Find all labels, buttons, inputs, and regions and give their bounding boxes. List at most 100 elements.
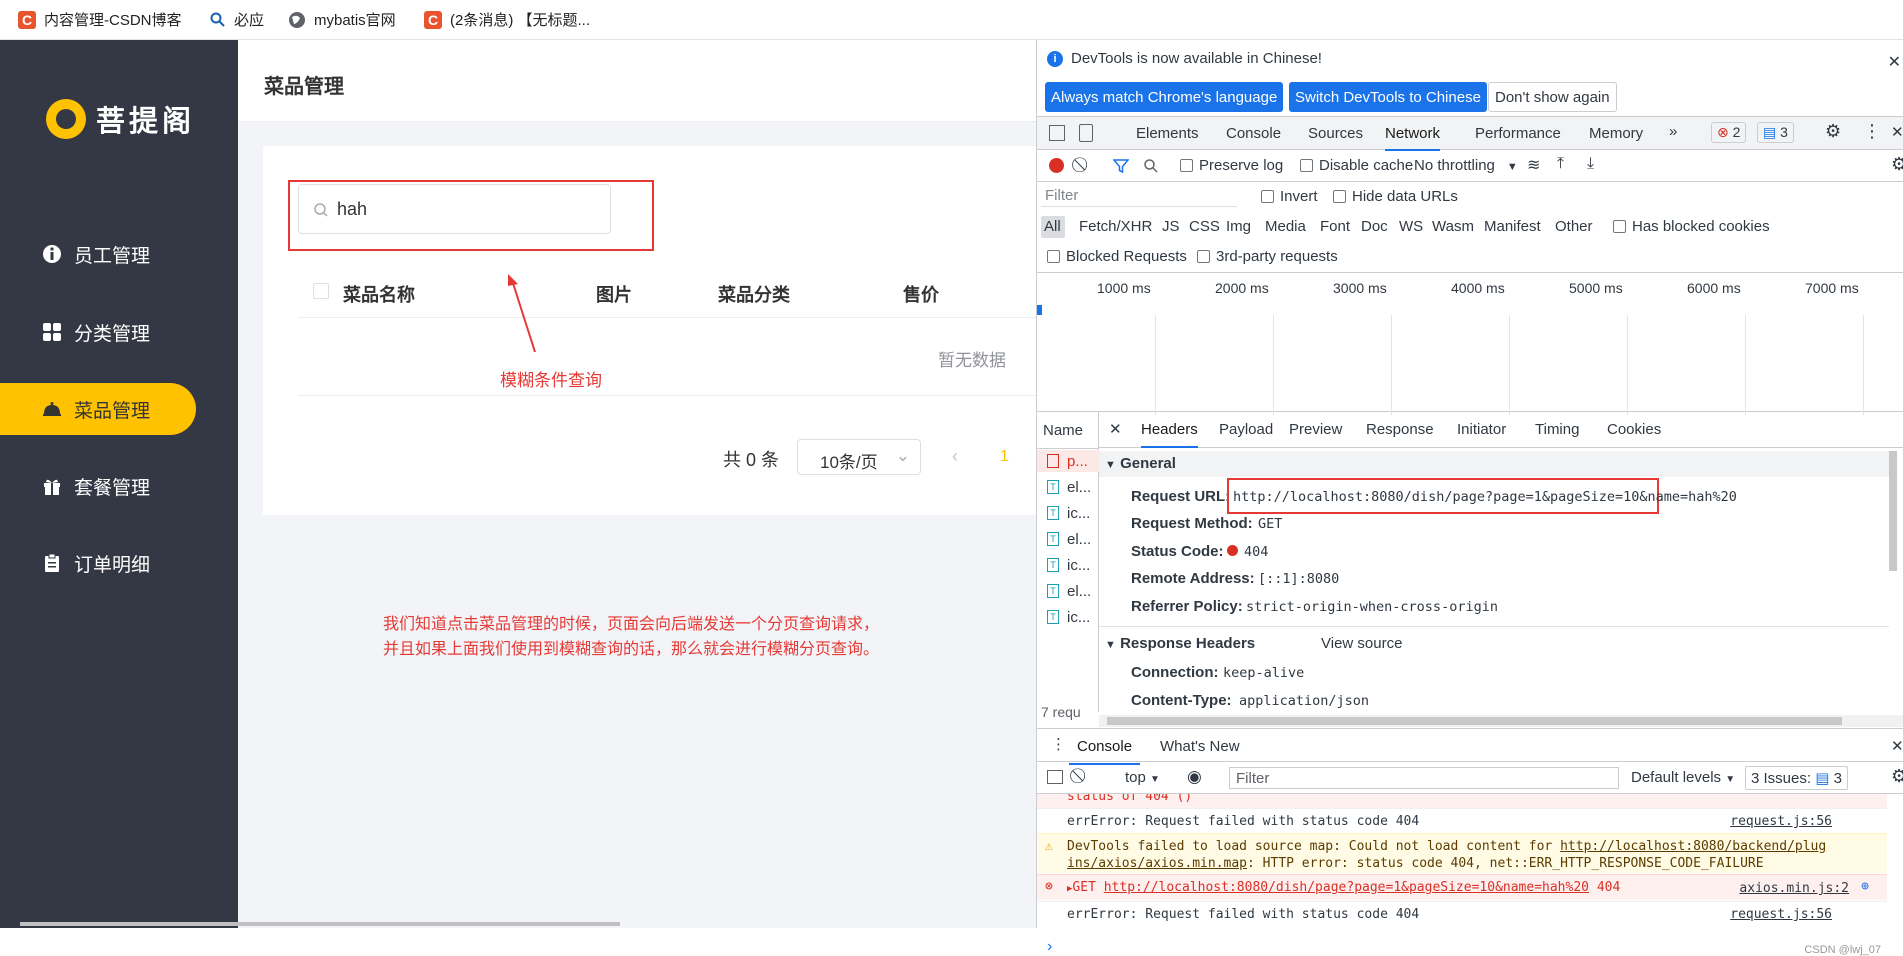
dont-show-button[interactable]: Don't show again [1488,82,1617,112]
context-select[interactable]: top ▼ [1125,769,1160,786]
network-settings-icon[interactable]: ⚙ [1891,154,1903,175]
match-language-button[interactable]: Always match Chrome's language [1045,82,1284,112]
close-drawer-icon[interactable]: ✕ [1891,737,1903,755]
third-party-checkbox[interactable]: 3rd-party requests [1197,248,1338,265]
bookmark-csdn[interactable]: C 内容管理-CSDN博客 [18,9,182,30]
network-filter-input[interactable]: Filter [1041,187,1237,207]
page-size-select[interactable]: 10条/页 ⌄ [797,439,921,475]
eye-icon[interactable]: ◉ [1187,767,1202,787]
tab-timing[interactable]: Timing [1535,421,1579,438]
console-filter-input[interactable]: Filter [1229,767,1619,789]
close-devtools-icon[interactable]: ✕ [1891,123,1903,141]
drawer-menu-icon[interactable]: ⋮ [1051,735,1066,753]
type-filter-fetch[interactable]: Fetch/XHR [1079,218,1152,235]
type-filter-other[interactable]: Other [1555,218,1593,235]
type-filter-wasm[interactable]: Wasm [1432,218,1474,235]
sidebar-item-combo[interactable]: 套餐管理 [0,460,196,512]
blocked-cookies-checkbox[interactable]: Has blocked cookies [1613,218,1770,235]
horizontal-scrollbar[interactable] [20,922,620,926]
tab-response[interactable]: Response [1366,421,1434,438]
list-item[interactable]: Tel... [1037,580,1099,602]
console-settings-icon[interactable]: ⚙ [1891,766,1903,787]
search-icon[interactable] [1143,158,1159,174]
tab-cookies[interactable]: Cookies [1607,421,1661,438]
type-filter-js[interactable]: JS [1162,218,1180,235]
bookmark-csdn-msg[interactable]: C (2条消息) 【无标题... [424,9,590,30]
invert-checkbox[interactable]: Invert [1261,188,1318,205]
error-count-badge[interactable]: ⊗ 2 [1711,122,1747,143]
detail-horizontal-scrollbar[interactable] [1099,715,1903,727]
list-item[interactable]: Tic... [1037,502,1099,524]
tab-performance[interactable]: Performance [1475,125,1561,142]
kebab-menu-icon[interactable]: ⋮ [1863,121,1881,142]
type-filter-media[interactable]: Media [1265,218,1306,235]
source-link[interactable]: axios.min.js:2 [1739,881,1849,896]
preserve-log-checkbox[interactable]: Preserve log [1180,157,1283,174]
source-link[interactable]: request.js:56 [1730,814,1832,829]
pagination-total: 共 0 条 [723,450,780,470]
close-detail-icon[interactable]: ✕ [1109,420,1122,438]
prev-page-button[interactable]: ‹ [952,446,958,467]
page-number[interactable]: 1 [1000,448,1009,466]
response-headers-section-header[interactable]: ▼ Response Headers View source [1099,632,1889,656]
bookmark-bing[interactable]: 必应 [210,9,264,30]
tab-preview[interactable]: Preview [1289,421,1342,438]
select-all-checkbox[interactable] [313,283,329,299]
message-icon: ▤ [1763,124,1777,140]
tab-console[interactable]: Console [1226,125,1281,142]
blocked-requests-checkbox[interactable]: Blocked Requests [1047,248,1187,265]
list-item[interactable]: Tel... [1037,476,1099,498]
filter-icon[interactable] [1113,158,1129,174]
list-item[interactable]: Tel... [1037,528,1099,550]
tab-elements[interactable]: Elements [1136,125,1199,142]
inspect-icon[interactable] [1049,125,1065,141]
name-column-header[interactable]: Name [1043,422,1083,439]
more-tabs-icon[interactable]: » [1669,123,1677,140]
throttling-select[interactable]: No throttling ▼ [1414,157,1518,174]
tab-sources[interactable]: Sources [1308,125,1363,142]
download-icon[interactable]: ⤓ [1587,155,1594,173]
general-section-header[interactable]: ▼ General [1099,451,1889,477]
issues-badge[interactable]: 3 Issues: ▤ 3 [1745,766,1848,790]
tab-initiator[interactable]: Initiator [1457,421,1506,438]
type-filter-manifest[interactable]: Manifest [1484,218,1541,235]
tab-headers[interactable]: Headers [1141,421,1198,448]
sidebar-item-orders[interactable]: 订单明细 [0,537,196,589]
tab-payload[interactable]: Payload [1219,421,1273,438]
type-filter-css[interactable]: CSS [1189,218,1220,235]
log-levels-select[interactable]: Default levels ▼ [1631,769,1735,786]
list-item[interactable]: Tic... [1037,554,1099,576]
network-link-icon[interactable]: ⊕ [1861,879,1869,894]
close-icon[interactable]: ✕ [1888,52,1901,72]
source-link[interactable]: request.js:56 [1730,907,1832,922]
detail-vertical-scrollbar[interactable] [1889,451,1897,571]
network-conditions-icon[interactable]: ≋ [1527,155,1540,175]
disable-cache-checkbox[interactable]: Disable cache [1300,157,1413,174]
upload-icon[interactable]: ⤒ [1557,155,1564,173]
hide-data-urls-checkbox[interactable]: Hide data URLs [1333,188,1458,205]
bookmark-mybatis[interactable]: mybatis官网 [288,9,396,30]
type-filter-font[interactable]: Font [1320,218,1350,235]
sidebar-toggle-icon[interactable] [1047,770,1063,784]
gear-icon[interactable]: ⚙ [1825,121,1841,142]
type-filter-img[interactable]: Img [1226,218,1251,235]
sidebar-item-dish[interactable]: 菜品管理 [0,383,196,435]
tab-network[interactable]: Network [1385,125,1441,151]
tab-whats-new[interactable]: What's New [1160,738,1240,755]
type-filter-ws[interactable]: WS [1399,218,1423,235]
tab-memory[interactable]: Memory [1589,125,1643,142]
tab-console-drawer[interactable]: Console [1069,738,1141,765]
search-input[interactable]: hah [298,184,611,234]
console-prompt-icon[interactable]: › [1047,938,1052,956]
device-icon[interactable] [1079,124,1093,142]
switch-chinese-button[interactable]: Switch DevTools to Chinese [1289,82,1487,112]
list-item[interactable]: p... [1037,450,1099,472]
type-filter-doc[interactable]: Doc [1361,218,1388,235]
record-icon[interactable] [1049,158,1064,173]
type-filter-all[interactable]: All [1041,216,1065,238]
view-source-link[interactable]: View source [1321,635,1402,652]
message-count-badge[interactable]: ▤ 3 [1757,122,1794,143]
sidebar-item-employee[interactable]: 员工管理 [0,228,196,280]
list-item[interactable]: Tic... [1037,606,1099,628]
sidebar-item-category[interactable]: 分类管理 [0,306,196,358]
